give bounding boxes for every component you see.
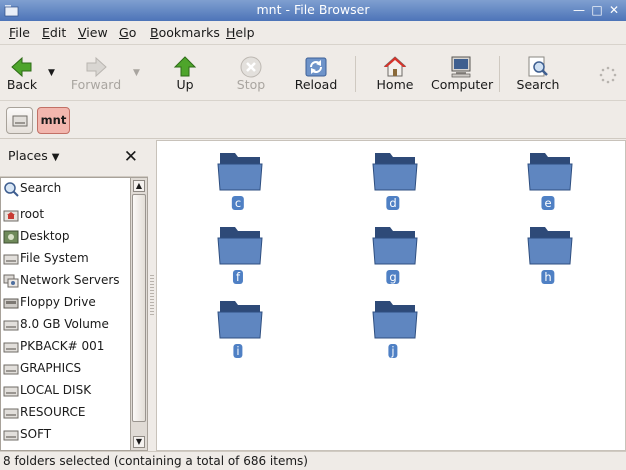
window-title: mnt - File Browser	[256, 2, 370, 17]
sidebar: Places ▼ ✕ Search root Desktop File Syst…	[0, 140, 148, 451]
title-bar: mnt - File Browser — □ ✕	[0, 0, 626, 21]
sidebar-header: Places ▼ ✕	[0, 140, 148, 177]
file-icon-view: c d e f g h i j	[156, 140, 626, 451]
sidebar-item-8gb-volume[interactable]: 8.0 GB Volume	[1, 314, 130, 336]
toolbar-separator	[499, 56, 500, 92]
sidebar-item-search[interactable]: Search	[1, 178, 130, 200]
location-bar: mnt	[0, 101, 626, 139]
places-dropdown[interactable]: Places ▼	[2, 148, 59, 163]
back-arrow-icon	[11, 56, 32, 78]
stop-icon	[240, 56, 262, 78]
drive-icon	[3, 320, 19, 331]
forward-button[interactable]: Forward	[68, 46, 124, 100]
pane-resize-handle[interactable]	[148, 140, 156, 451]
search-button[interactable]: Search	[515, 46, 561, 100]
path-root-button[interactable]	[6, 107, 33, 134]
stop-button[interactable]: Stop	[230, 46, 272, 100]
up-button[interactable]: Up	[166, 46, 204, 100]
folder-item[interactable]: c	[208, 144, 268, 214]
desktop-icon	[3, 230, 19, 244]
forward-history-dropdown[interactable]: ▼	[133, 68, 140, 78]
folder-icon	[372, 153, 418, 191]
folder-icon	[372, 301, 418, 339]
menu-file[interactable]: File	[9, 25, 30, 40]
status-text: 8 folders selected (containing a total o…	[3, 454, 308, 468]
folder-icon	[527, 227, 573, 265]
back-button[interactable]: Back	[0, 46, 44, 100]
home-button[interactable]: Home	[372, 46, 418, 100]
toolbar: Back ▼ Forward ▼ Up Stop Reload Home Com…	[0, 46, 626, 101]
floppy-icon	[3, 298, 19, 309]
network-icon	[3, 274, 19, 288]
sidebar-scrollbar[interactable]: ▲ ▼	[131, 177, 148, 451]
throbber-icon	[599, 66, 617, 84]
menu-view[interactable]: View	[78, 25, 108, 40]
reload-icon	[305, 57, 327, 77]
folder-item[interactable]: e	[518, 144, 578, 214]
sidebar-item-resource[interactable]: RESOURCE	[1, 402, 130, 424]
status-bar: 8 folders selected (containing a total o…	[0, 451, 626, 470]
folder-item[interactable]: i	[208, 292, 268, 362]
path-mnt-button[interactable]: mnt	[37, 107, 70, 134]
drive-icon	[3, 408, 19, 419]
drive-icon	[3, 430, 19, 441]
sidebar-item-root[interactable]: root	[1, 204, 130, 226]
close-sidebar-button[interactable]: ✕	[124, 147, 138, 167]
menu-bar: File Edit View Go Bookmarks Help	[0, 21, 626, 45]
folder-icon	[527, 153, 573, 191]
up-arrow-icon	[173, 56, 197, 77]
folder-item[interactable]: h	[518, 218, 578, 288]
chevron-down-icon: ▼	[51, 152, 60, 163]
folder-item[interactable]: j	[363, 292, 423, 362]
drive-icon	[3, 386, 19, 397]
computer-icon	[451, 56, 471, 78]
sidebar-item-graphics[interactable]: GRAPHICS	[1, 358, 130, 380]
scrollbar-thumb[interactable]	[132, 194, 146, 422]
computer-button[interactable]: Computer	[431, 46, 493, 100]
folder-item[interactable]: d	[363, 144, 423, 214]
toolbar-separator	[355, 56, 356, 92]
menu-help[interactable]: Help	[226, 25, 255, 40]
folder-icon	[217, 227, 263, 265]
drive-icon	[3, 364, 19, 375]
menu-go[interactable]: Go	[119, 25, 136, 40]
close-window-button[interactable]: ✕	[606, 2, 622, 18]
places-list: Search root Desktop File System Network …	[0, 177, 131, 451]
sidebar-item-desktop[interactable]: Desktop	[1, 226, 130, 248]
reload-button[interactable]: Reload	[292, 46, 340, 100]
folder-icon	[217, 301, 263, 339]
menu-edit[interactable]: Edit	[42, 25, 66, 40]
drive-icon	[12, 115, 28, 127]
menu-bookmarks[interactable]: Bookmarks	[150, 25, 220, 40]
sidebar-item-floppy-drive[interactable]: Floppy Drive	[1, 292, 130, 314]
folder-icon	[217, 153, 263, 191]
sidebar-item-file-system[interactable]: File System	[1, 248, 130, 270]
drive-icon	[3, 342, 19, 353]
home-folder-icon	[3, 210, 19, 222]
back-history-dropdown[interactable]: ▼	[48, 68, 55, 78]
sidebar-item-local-disk[interactable]: LOCAL DISK	[1, 380, 130, 402]
folder-item[interactable]: f	[208, 218, 268, 288]
sidebar-item-network-servers[interactable]: Network Servers	[1, 270, 130, 292]
maximize-button[interactable]: □	[589, 2, 605, 18]
search-icon	[4, 182, 19, 197]
home-icon	[383, 56, 407, 77]
search-icon	[528, 56, 548, 77]
sidebar-item-pkback[interactable]: PKBACK# 001	[1, 336, 130, 358]
path-mnt-label: mnt	[40, 113, 67, 127]
scroll-up-button[interactable]: ▲	[133, 180, 145, 192]
minimize-button[interactable]: —	[571, 2, 587, 18]
scroll-down-button[interactable]: ▼	[133, 436, 145, 448]
drive-icon	[3, 254, 19, 265]
folder-icon	[372, 227, 418, 265]
sidebar-item-soft[interactable]: SOFT	[1, 424, 130, 446]
forward-arrow-icon	[86, 56, 107, 78]
folder-item[interactable]: g	[363, 218, 423, 288]
